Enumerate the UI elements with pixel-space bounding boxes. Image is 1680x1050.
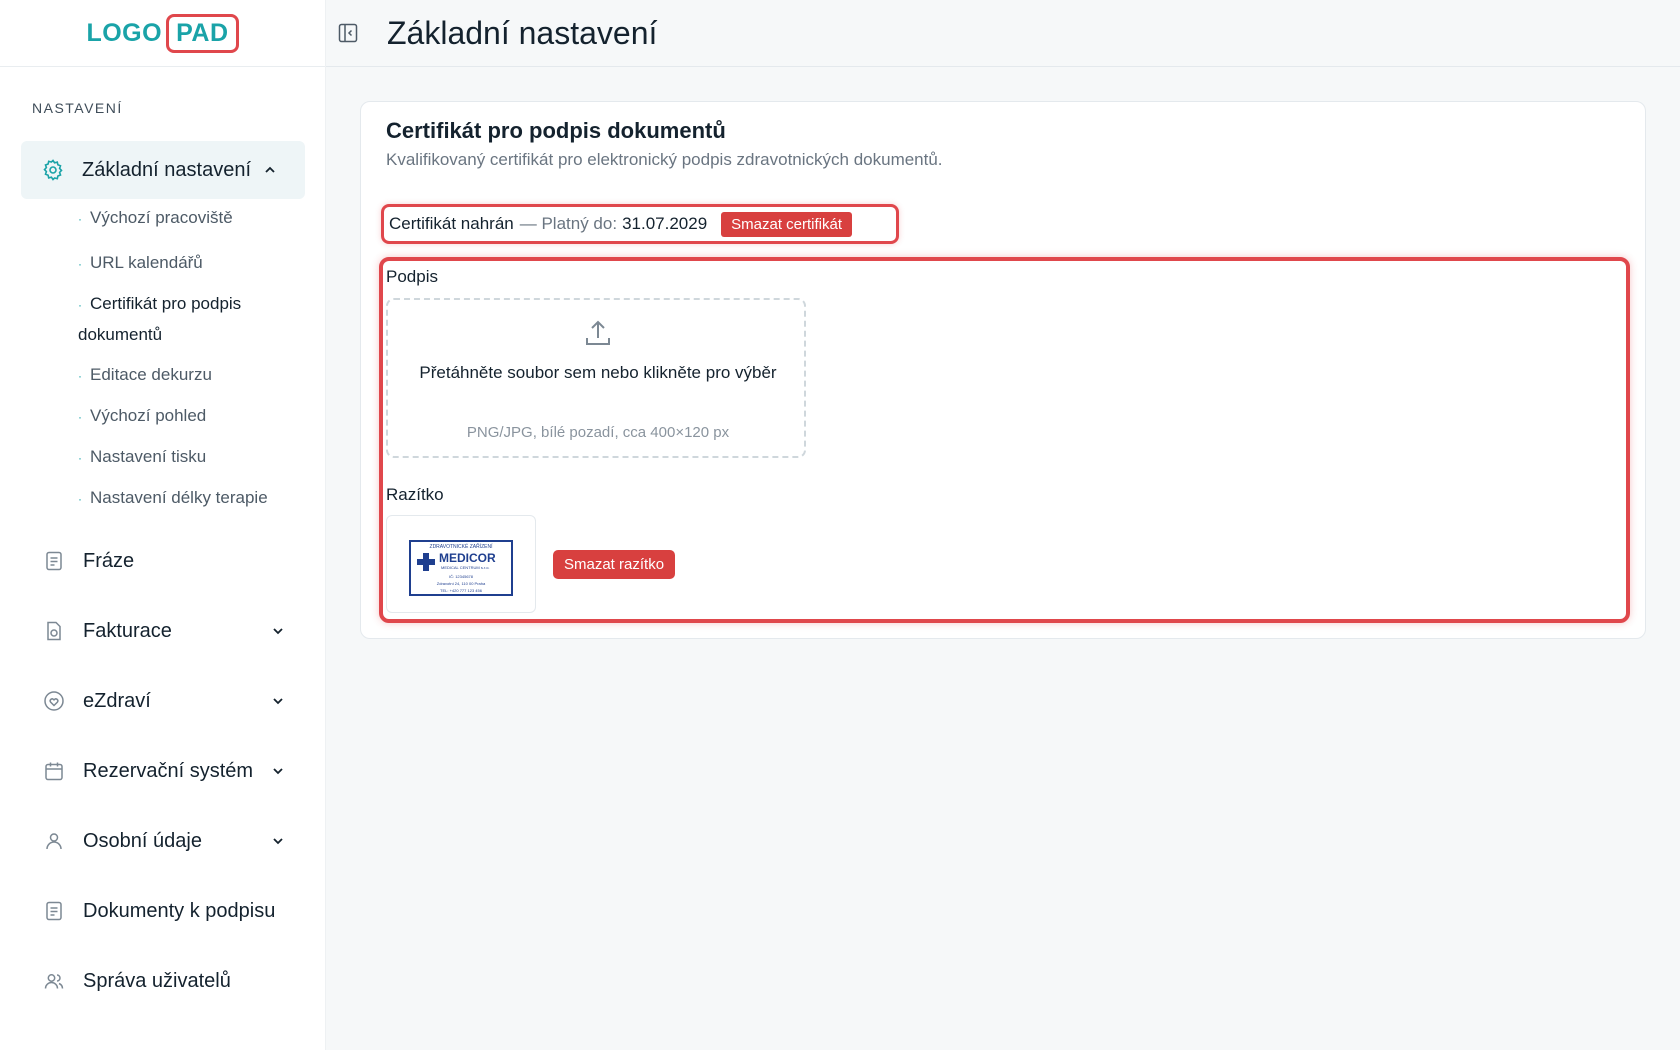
sidebar-item-personal-data[interactable]: Osobní údaje (43, 823, 305, 859)
subnav-item-calendar-url[interactable]: · URL kalendářů (78, 248, 308, 279)
subnav-item-print-settings[interactable]: · Nastavení tisku (78, 442, 308, 473)
sidebar-item-label: Rezervační systém (83, 759, 254, 782)
sidebar-item-label: Fráze (83, 549, 135, 572)
stamp-top-text: ZDRAVOTNICKÉ ZAŘÍZENÍ (429, 544, 493, 550)
chevron-up-icon (265, 166, 275, 173)
sidebar-collapse-icon[interactable] (336, 21, 360, 45)
subnav-label: Nastavení délky terapie (90, 488, 268, 507)
document-icon (46, 551, 62, 571)
logo[interactable]: LOGO PAD (86, 13, 239, 53)
delete-stamp-button[interactable]: Smazat razítko (553, 550, 676, 579)
stamp-image: ZDRAVOTNICKÉ ZAŘÍZENÍ MEDICOR MEDICAL CE… (409, 540, 513, 596)
subnav-label: Nastavení tisku (90, 447, 207, 466)
sidebar-item-phrases[interactable]: Fráze (43, 543, 305, 579)
stamp-line-1: IČ: 12345678 (448, 574, 474, 579)
chevron-down-icon (273, 768, 283, 775)
card-description: Kvalifikovaný certifikát pro elektronick… (386, 150, 943, 169)
stamp-line-3: TEL: +420 777 123 456 (440, 588, 482, 593)
document-icon (46, 901, 62, 921)
bullet-icon: · (78, 212, 82, 226)
sidebar-item-user-management[interactable]: Správa uživatelů (43, 963, 305, 999)
dropzone-hint: PNG/JPG, bílé pozadí, cca 400×120 px (466, 424, 730, 441)
subnav-item-therapy-length[interactable]: · Nastavení délky terapie (78, 483, 308, 514)
sidebar-item-label: Osobní údaje (83, 829, 202, 852)
subnav-label: Editace dekurzu (90, 365, 212, 384)
invoice-icon (47, 621, 61, 641)
bullet-icon: · (78, 410, 82, 424)
subnav-item-decursus-edit[interactable]: · Editace dekurzu (78, 360, 308, 391)
sidebar-section-label: NASTAVENÍ (32, 100, 123, 116)
heart-icon (44, 691, 64, 711)
subnav-item-certificate[interactable]: · Certifikát pro podpis dokumentů (78, 289, 288, 350)
user-icon (46, 833, 62, 850)
chevron-down-icon (273, 628, 283, 635)
calendar-icon (45, 762, 63, 781)
bullet-icon: · (78, 369, 82, 383)
signature-dropzone[interactable]: Přetáhněte soubor sem nebo klikněte pro … (386, 298, 806, 458)
subnav-label: Výchozí pracoviště (90, 208, 233, 227)
sidebar-item-label: eZdraví (83, 689, 151, 712)
sidebar-item-label: Dokumenty k podpisu (83, 899, 276, 922)
logo-bar: LOGO PAD (0, 0, 325, 67)
bullet-icon: · (78, 492, 82, 506)
certificate-status: Certifikát nahrán (389, 214, 514, 233)
card-title: Certifikát pro podpis dokumentů (386, 118, 726, 143)
sidebar-item-label: Správa uživatelů (83, 969, 231, 992)
subnav-label: Certifikát pro podpis dokumentů (78, 294, 242, 344)
logo-text-left: LOGO (86, 18, 163, 47)
sidebar-item-ezdravi[interactable]: eZdraví (43, 683, 305, 719)
certificate-valid-date: 31.07.2029 (622, 214, 708, 233)
dropzone-text: Přetáhněte soubor sem nebo klikněte pro … (419, 363, 777, 382)
certificate-valid-label: — Platný do: (519, 214, 618, 233)
sidebar: LOGO PAD NASTAVENÍ Základní nastavení · V… (0, 0, 326, 1050)
upload-icon (586, 320, 610, 345)
header: Základní nastavení (326, 0, 1680, 67)
signature-label: Podpis (386, 267, 438, 286)
certificate-status-row: Certifikát nahrán — Platný do: 31.07.202… (381, 204, 899, 244)
bullet-icon: · (78, 257, 82, 271)
sidebar-item-reservations[interactable]: Rezervační systém (43, 753, 305, 789)
page-title: Základní nastavení (387, 14, 658, 51)
sidebar-item-basic-settings[interactable]: Základní nastavení (21, 141, 305, 199)
logo-text-right: PAD (166, 13, 239, 53)
medical-cross-icon (417, 553, 435, 571)
gear-icon (43, 159, 63, 181)
chevron-down-icon (273, 698, 283, 705)
sidebar-item-invoicing[interactable]: Fakturace (43, 613, 305, 649)
bullet-icon: · (78, 298, 82, 312)
stamp-preview: ZDRAVOTNICKÉ ZAŘÍZENÍ MEDICOR MEDICAL CE… (386, 515, 536, 613)
bullet-icon: · (78, 451, 82, 465)
chevron-down-icon (273, 838, 283, 845)
delete-certificate-button[interactable]: Smazat certifikát (721, 211, 853, 237)
subnav-label: URL kalendářů (90, 253, 203, 272)
subnav-item-default-view[interactable]: · Výchozí pohled (78, 401, 308, 432)
subnav-label: Výchozí pohled (90, 406, 207, 425)
users-icon (44, 974, 64, 989)
stamp-name: MEDICOR (439, 551, 496, 565)
sidebar-item-label: Základní nastavení (82, 158, 251, 181)
stamp-line-2: Zdravotní 24, 110 00 Praha (436, 581, 486, 586)
stamp-subtitle: MEDICAL CENTRUM s.r.o. (441, 565, 490, 570)
sidebar-item-documents-to-sign[interactable]: Dokumenty k podpisu (43, 893, 305, 929)
subnav-item-default-workplace[interactable]: · Výchozí pracoviště (78, 203, 308, 234)
certificate-card: Certifikát pro podpis dokumentů Kvalifik… (360, 101, 1646, 639)
stamp-label: Razítko (386, 485, 444, 504)
sidebar-item-label: Fakturace (83, 619, 172, 642)
